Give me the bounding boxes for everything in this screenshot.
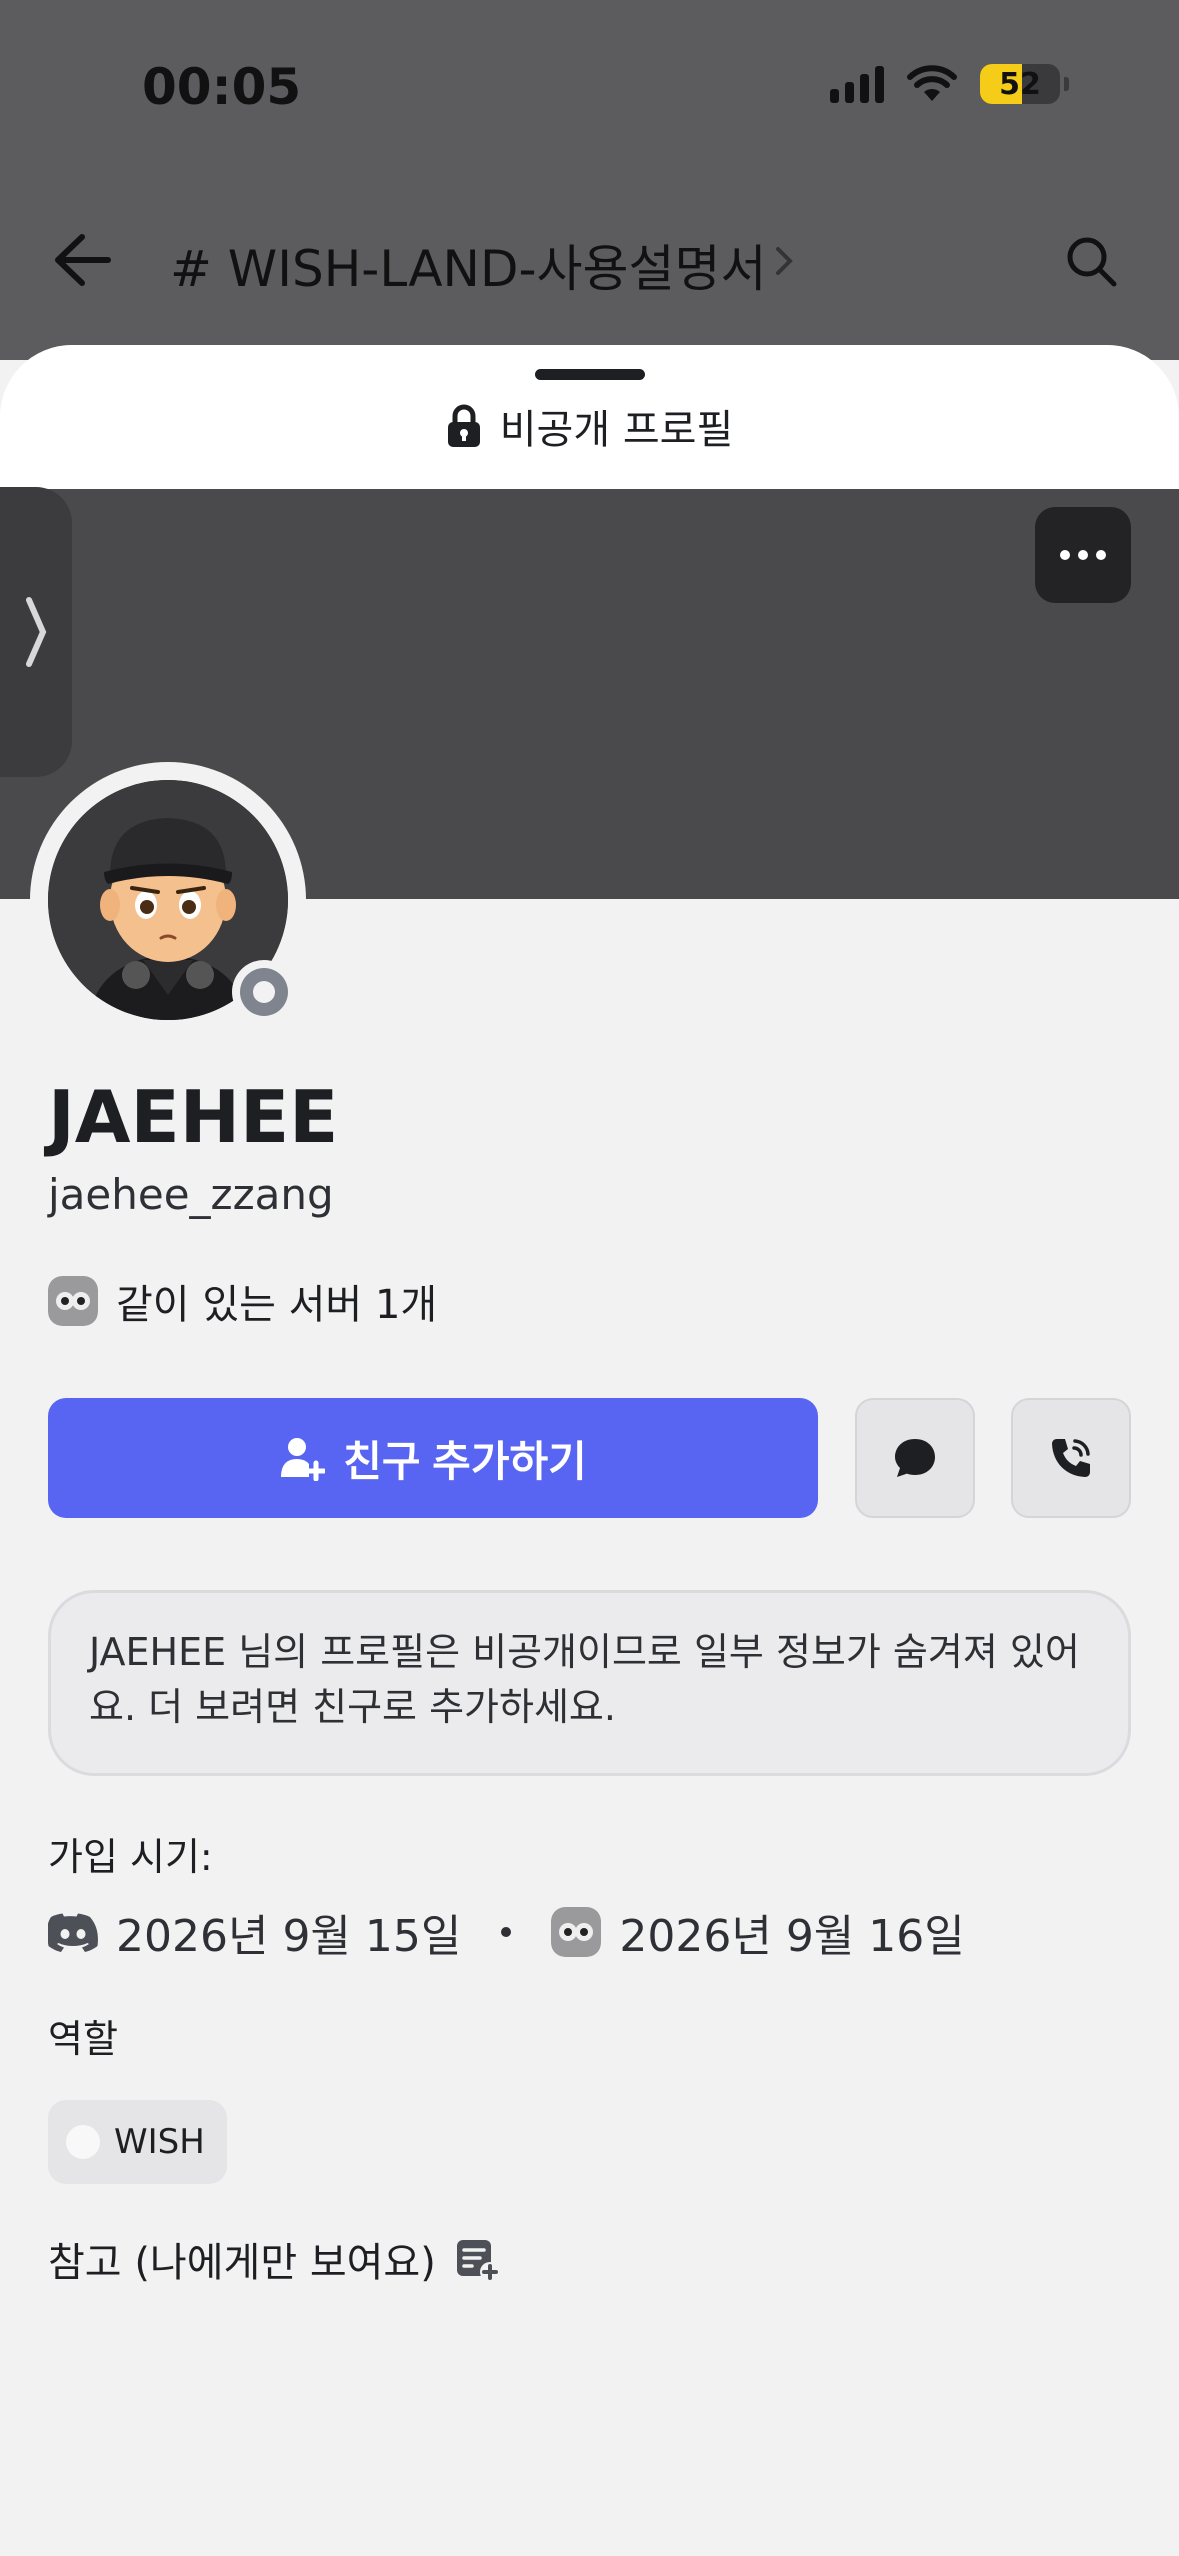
add-friend-button[interactable]: 친구 추가하기 [48,1398,818,1518]
status-icons: 52 [830,64,1069,104]
display-name: JAEHEE [48,1075,339,1159]
side-drawer-handle[interactable] [0,487,72,777]
cellular-signal-icon [830,65,884,103]
joined-heading: 가입 시기: [48,1835,213,1879]
joined-dates-row: 2026년 9월 15일 2026년 9월 16일 [48,1900,965,1964]
more-options-button[interactable] [1035,507,1131,603]
sheet-grabber[interactable] [535,369,645,380]
note-row[interactable]: 참고 (나에게만 보여요) [48,2230,500,2288]
channel-title[interactable]: # WISH-LAND-사용설명서 [170,229,767,301]
phone-call-icon [1052,1439,1090,1477]
mutual-servers-row[interactable]: 같이 있는 서버 1개 [48,1272,437,1330]
call-button[interactable] [1011,1398,1131,1518]
chevron-right-icon [776,247,793,275]
offline-status-indicator [232,960,296,1024]
back-arrow-icon[interactable] [52,233,112,287]
battery-level: 52 [999,66,1041,102]
private-profile-notice: JAEHEE 님의 프로필은 비공개이므로 일부 정보가 숨겨져 있어요. 더 … [48,1590,1131,1776]
message-button[interactable] [855,1398,975,1518]
sheet-header: 비공개 프로필 [0,345,1179,489]
more-dot [1096,550,1106,560]
search-icon[interactable] [1063,233,1119,289]
status-ring-hole [253,981,275,1003]
channel-header: # WISH-LAND-사용설명서 [0,215,1179,305]
battery-icon: 52 [980,64,1060,104]
status-ring [240,968,288,1016]
server-icon [551,1907,602,1957]
wifi-icon [907,65,957,101]
more-dot [1060,550,1070,560]
private-profile-indicator: 비공개 프로필 [0,397,1179,455]
role-name: WISH [114,2122,205,2162]
username: jaehee_zzang [48,1170,334,1219]
add-friend-label: 친구 추가하기 [343,1437,587,1485]
private-profile-label: 비공개 프로필 [499,407,734,453]
role-chip[interactable]: WISH [48,2100,227,2184]
battery-nub [1064,77,1069,91]
discord-logo-icon [48,1913,98,1952]
roles-heading: 역할 [48,2017,118,2061]
add-note-icon[interactable] [454,2236,500,2282]
server-join-date: 2026년 9월 16일 [619,1911,965,1962]
role-color-dot [66,2125,100,2159]
status-time: 00:05 [142,58,302,116]
note-label: 참고 (나에게만 보여요) [48,2240,436,2286]
chevron-right-icon [26,597,47,667]
chat-bubble-icon [895,1439,935,1477]
add-user-icon [281,1438,326,1481]
mutual-servers-label: 같이 있는 서버 1개 [116,1282,438,1328]
server-icon [48,1276,98,1326]
background-app: 00:05 52 # WISH-LAND-사용설명서 [0,0,1179,360]
more-dot [1078,550,1088,560]
discord-join-date: 2026년 9월 15일 [116,1911,462,1962]
lock-icon [447,404,480,447]
separator-dot [501,1927,512,1937]
